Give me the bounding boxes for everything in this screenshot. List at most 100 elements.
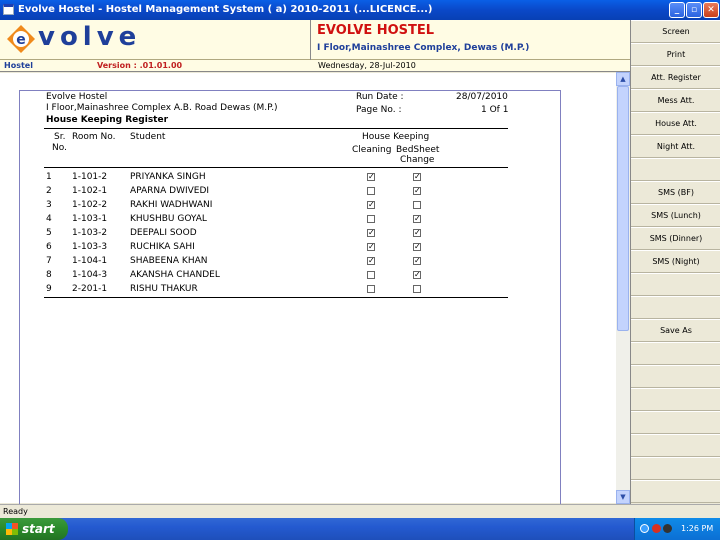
col-sr: Sr. <box>54 132 66 142</box>
sidebar-button-empty-19 <box>631 457 720 480</box>
sidebar-button-screen[interactable]: Screen <box>631 20 720 43</box>
hostel-name: EVOLVE HOSTEL <box>317 23 435 38</box>
row-room: 1-103-3 <box>72 242 108 252</box>
minimize-button[interactable]: _ <box>669 2 685 18</box>
column-rule <box>44 167 508 168</box>
report-address: I Floor,Mainashree Complex A.B. Road Dew… <box>46 103 278 113</box>
col-house-keeping: House Keeping <box>362 132 430 142</box>
cleaning-checkbox: ✓ <box>367 200 375 209</box>
report-frame <box>19 90 561 510</box>
row-sr: 2 <box>46 186 52 196</box>
sidebar-button-empty-16 <box>631 388 720 411</box>
row-sr: 6 <box>46 242 52 252</box>
row-room: 1-103-2 <box>72 228 108 238</box>
sidebar-button-sms-bf[interactable]: SMS (BF) <box>631 181 720 204</box>
sidebar-button-house-att[interactable]: House Att. <box>631 112 720 135</box>
status-bar: Ready <box>0 504 720 518</box>
row-room: 1-101-2 <box>72 172 108 182</box>
sidebar-button-mess-att[interactable]: Mess Att. <box>631 89 720 112</box>
svg-text:e: e <box>16 32 26 48</box>
version-label: Version : .01.01.00 <box>97 61 183 70</box>
scroll-down-icon[interactable]: ▼ <box>616 490 630 504</box>
row-student: AKANSHA CHANDEL <box>130 270 220 280</box>
col-room: Room No. <box>72 132 116 142</box>
close-button[interactable]: ✕ <box>703 2 719 18</box>
current-date: Wednesday, 28-Jul-2010 <box>318 61 416 70</box>
row-room: 1-104-3 <box>72 270 108 280</box>
cleaning-checkbox <box>367 215 375 223</box>
cleaning-checkbox <box>367 271 375 279</box>
row-student: RISHU THAKUR <box>130 284 198 294</box>
sidebar-button-empty-11 <box>631 273 720 296</box>
bedsheet-checkbox <box>413 285 421 293</box>
cleaning-checkbox <box>367 187 375 195</box>
app-icon <box>3 4 14 15</box>
row-sr: 7 <box>46 256 52 266</box>
logo-text: volve <box>38 22 142 52</box>
bedsheet-checkbox: ✓ <box>413 172 421 181</box>
row-student: KHUSHBU GOYAL <box>130 214 207 224</box>
col-student: Student <box>130 132 166 142</box>
hostel-address: I Floor,Mainashree Complex, Dewas (M.P.) <box>317 43 530 53</box>
page-no-label: Page No. : <box>356 105 402 115</box>
cleaning-checkbox: ✓ <box>367 242 375 251</box>
footer-rule <box>44 297 508 298</box>
action-sidebar: Screen Print Att. Register Mess Att. House A… <box>630 20 720 504</box>
row-room: 1-104-1 <box>72 256 108 266</box>
sidebar-button-sms-night[interactable]: SMS (Night) <box>631 250 720 273</box>
row-sr: 8 <box>46 270 52 280</box>
sidebar-button-sms-dinner[interactable]: SMS (Dinner) <box>631 227 720 250</box>
row-student: DEEPALI SOOD <box>130 228 197 238</box>
row-student: RAKHI WADHWANI <box>130 200 213 210</box>
run-date-value: 28/07/2010 <box>456 92 508 102</box>
col-sr-2: No. <box>52 143 67 153</box>
cleaning-checkbox <box>367 285 375 293</box>
bedsheet-checkbox: ✓ <box>413 242 421 251</box>
row-student: PRIYANKA SINGH <box>130 172 206 182</box>
scroll-thumb[interactable] <box>617 86 629 331</box>
start-button[interactable]: start <box>0 518 68 540</box>
row-student: SHABEENA KHAN <box>130 256 208 266</box>
row-room: 1-102-1 <box>72 186 108 196</box>
bedsheet-checkbox: ✓ <box>413 228 421 237</box>
title-bar[interactable]: Evolve Hostel - Hostel Management System… <box>0 0 720 20</box>
row-room: 1-102-2 <box>72 200 108 210</box>
sidebar-button-print[interactable]: Print <box>631 43 720 66</box>
vertical-scrollbar[interactable]: ▲ ▼ <box>616 72 630 504</box>
scroll-up-icon[interactable]: ▲ <box>616 72 630 86</box>
cleaning-checkbox: ✓ <box>367 228 375 237</box>
sidebar-button-empty-17 <box>631 411 720 434</box>
row-sr: 5 <box>46 228 52 238</box>
volume-icon[interactable] <box>663 524 672 533</box>
col-cleaning: Cleaning <box>352 145 392 155</box>
evolve-logo-icon: e <box>7 25 35 53</box>
row-student: APARNA DWIVEDI <box>130 186 210 196</box>
maximize-button[interactable]: ▫ <box>686 2 702 18</box>
sidebar-button-empty-18 <box>631 434 720 457</box>
sidebar-button-sms-lunch[interactable]: SMS (Lunch) <box>631 204 720 227</box>
status-text: Ready <box>3 507 28 516</box>
sidebar-button-empty-15 <box>631 365 720 388</box>
sidebar-button-night-att[interactable]: Night Att. <box>631 135 720 158</box>
row-student: RUCHIKA SAHI <box>130 242 195 252</box>
bedsheet-checkbox: ✓ <box>413 270 421 279</box>
start-label: start <box>22 522 55 536</box>
row-sr: 4 <box>46 214 52 224</box>
report-org: Evolve Hostel <box>46 92 108 102</box>
section-label: Hostel <box>4 61 33 70</box>
sidebar-button-empty-14 <box>631 342 720 365</box>
clock[interactable]: 1:26 PM <box>681 518 713 540</box>
row-sr: 1 <box>46 172 52 182</box>
sidebar-button-empty-20 <box>631 480 720 503</box>
window-title: Evolve Hostel - Hostel Management System… <box>18 4 433 15</box>
col-bedsheet-2: Change <box>400 155 435 165</box>
report-viewer: Evolve Hostel I Floor,Mainashree Complex… <box>0 72 630 510</box>
sidebar-button-save-as[interactable]: Save As <box>631 319 720 342</box>
bedsheet-checkbox: ✓ <box>413 214 421 223</box>
network-icon[interactable] <box>640 524 649 533</box>
run-date-label: Run Date : <box>356 92 404 102</box>
security-icon[interactable] <box>652 524 661 533</box>
sidebar-button-empty-12 <box>631 296 720 319</box>
bedsheet-checkbox: ✓ <box>413 256 421 265</box>
sidebar-button-att-register[interactable]: Att. Register <box>631 66 720 89</box>
